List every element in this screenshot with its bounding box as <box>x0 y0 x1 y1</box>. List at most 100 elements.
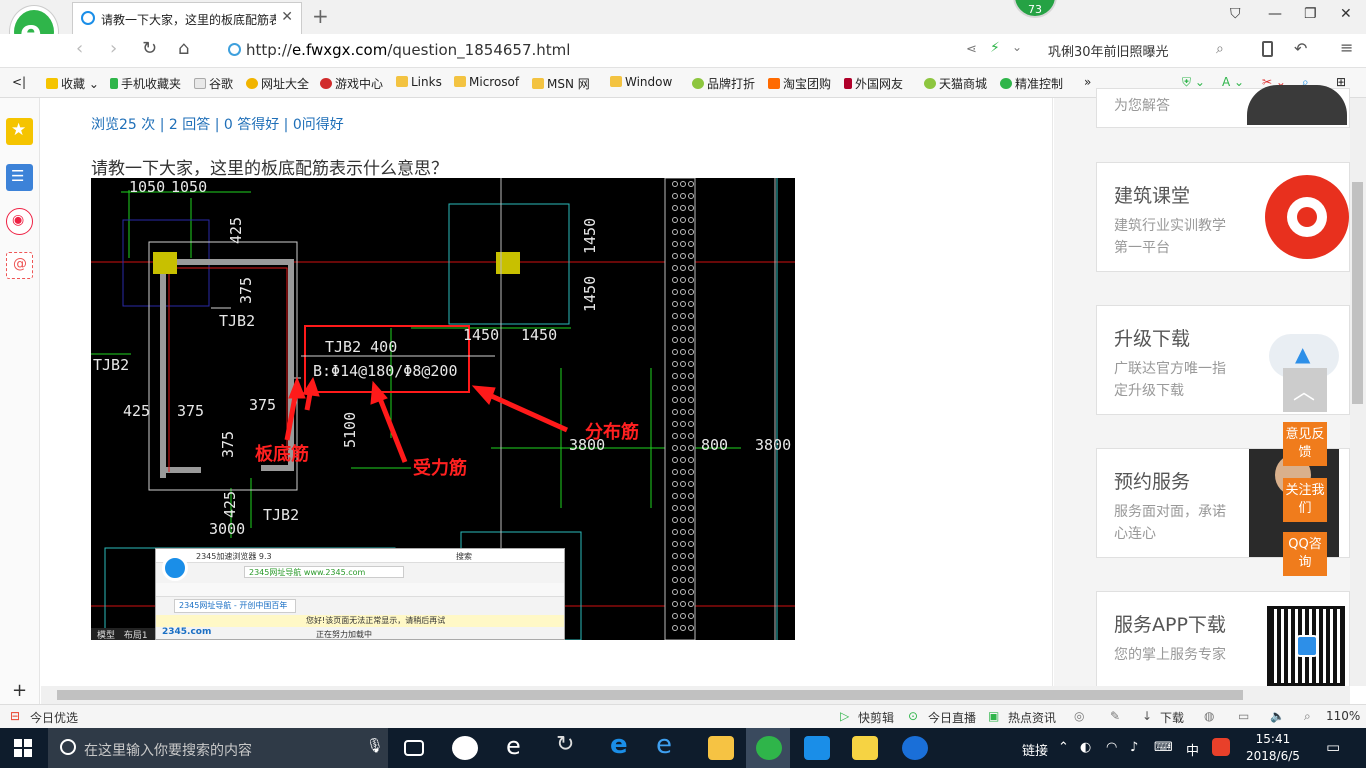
file-explorer-icon[interactable] <box>708 736 734 760</box>
menu-icon[interactable]: ≡ <box>1340 38 1353 57</box>
taskbar-search-input[interactable]: 在这里输入你要搜索的内容 <box>48 728 388 768</box>
bookmark-nav[interactable]: 网址大全 <box>246 75 309 92</box>
status-item[interactable]: 今日直播 <box>928 709 976 726</box>
bookmark-links[interactable]: Links <box>396 75 442 89</box>
url-field[interactable]: http://e.fwxgx.com/question_1854657.html <box>246 41 570 59</box>
browser-tab[interactable]: 请教一下大家，这里的板底配筋表 ✕ <box>72 2 302 34</box>
bookmark-windows[interactable]: Window <box>610 75 672 89</box>
more-bookmarks-icon[interactable]: » <box>1084 75 1091 89</box>
vertical-scrollbar[interactable] <box>1350 98 1366 686</box>
add-sidebar-icon[interactable]: + <box>12 680 27 701</box>
status-item[interactable]: 热点资讯 <box>1008 709 1056 726</box>
teamviewer-app-icon[interactable] <box>804 736 830 760</box>
spiral-app-icon[interactable]: ↻ <box>556 732 574 757</box>
sidebar-card-app[interactable]: 服务APP下载 您的掌上服务专家 <box>1096 591 1350 701</box>
g-app-icon[interactable] <box>902 736 928 760</box>
chevron-down-icon[interactable]: ⌄ <box>1012 40 1022 54</box>
phone-icon[interactable] <box>1262 41 1273 57</box>
edge-app-icon[interactable]: e <box>610 730 628 760</box>
sidebar-card-top[interactable]: 为您解答 <box>1096 85 1350 128</box>
url-prefix: http:// <box>246 41 292 59</box>
ime-indicator[interactable]: 中 <box>1186 740 1199 759</box>
bookmark-foreign[interactable]: 外国网友 <box>844 75 903 92</box>
lightning-icon[interactable]: ⚡ <box>990 40 1000 56</box>
qq-consult-button[interactable]: QQ咨询 <box>1283 532 1327 576</box>
window-icon[interactable]: ▭ <box>1238 709 1249 723</box>
minimize-icon[interactable]: — <box>1268 6 1282 22</box>
status-item[interactable]: 快剪辑 <box>858 709 894 726</box>
clock[interactable]: 15:41 2018/6/5 <box>1246 731 1300 765</box>
bookmark-taobao[interactable]: 淘宝团购 <box>768 75 831 92</box>
notes-app-icon[interactable] <box>852 736 878 760</box>
bookmark-msn[interactable]: MSN 网 <box>532 75 590 92</box>
shirt-icon[interactable]: ⛉ <box>1230 6 1241 22</box>
scroll-thumb[interactable] <box>1352 182 1363 404</box>
tray-link-label[interactable]: 链接 <box>1022 740 1048 759</box>
wifi-icon[interactable]: ◠ <box>1106 740 1117 755</box>
status-item[interactable]: 下载 <box>1160 709 1184 726</box>
reader-icon[interactable]: ☰ <box>6 164 33 191</box>
search-input[interactable]: 巩俐30年前旧照曝光 <box>1040 40 1236 62</box>
mail-icon[interactable]: @ <box>6 252 33 279</box>
follow-us-button[interactable]: 关注我们 <box>1283 478 1327 522</box>
close-window-icon[interactable]: ✕ <box>1340 6 1352 22</box>
cad-layout-tab-label: 布局1 <box>123 631 148 640</box>
translate-icon[interactable]: A ⌄ <box>1222 75 1244 89</box>
speed-icon[interactable]: ◎ <box>1074 709 1084 723</box>
feedback-button[interactable]: 意见反馈 <box>1283 422 1327 466</box>
mute-icon[interactable]: 🔈 <box>1270 709 1285 723</box>
bookmark-precise[interactable]: 精准控制 <box>1000 75 1063 92</box>
notification-icon[interactable]: ▭ <box>1326 738 1340 756</box>
globe-icon[interactable]: ◍ <box>1204 709 1214 723</box>
keyboard-icon[interactable]: ⌨ <box>1154 740 1173 755</box>
scroll-thumb[interactable] <box>57 690 1243 700</box>
ie-blue-app-icon[interactable]: e <box>656 730 672 760</box>
search-icon[interactable]: ⌕ <box>1216 41 1224 57</box>
cad-dim: 375 <box>177 402 204 420</box>
tray-app-icon[interactable]: ◐ <box>1080 740 1091 755</box>
pinwheel-app-icon[interactable] <box>452 736 478 760</box>
bookmark-microsoft[interactable]: Microsof <box>454 75 519 89</box>
close-tab-icon[interactable]: ✕ <box>281 9 293 25</box>
sidebar-card-course[interactable]: 建筑课堂 建筑行业实训教学第一平台 <box>1096 162 1350 272</box>
volume-icon[interactable]: ♪ <box>1130 740 1138 755</box>
ie-app-icon[interactable]: e <box>506 732 521 760</box>
sogou-icon[interactable] <box>1212 738 1230 756</box>
task-view-icon[interactable] <box>404 740 424 756</box>
apps-icon[interactable]: ⊞ <box>1336 75 1346 89</box>
cortana-icon <box>60 739 76 755</box>
cad-dim: 425 <box>123 402 150 420</box>
horizontal-scrollbar[interactable] <box>41 686 1350 704</box>
cad-model-tab: 模型 布局1 <box>91 628 155 640</box>
weibo-icon[interactable]: ◉ <box>6 208 33 235</box>
zoom-level[interactable]: 110% <box>1326 709 1360 723</box>
microphone-icon[interactable]: 🎙 <box>366 738 384 754</box>
sidebar-toggle-icon[interactable]: <| <box>12 75 26 89</box>
favorites-star-icon[interactable]: ★ <box>6 118 33 145</box>
bookmark-mobile[interactable]: 手机收藏夹 <box>110 75 181 92</box>
refresh-icon[interactable]: ↻ <box>142 38 157 59</box>
bookmark-label: 收藏 <box>61 77 86 91</box>
question-stats[interactable]: 浏览25 次 | 2 回答 | 0 答得好 | 0问得好 <box>91 114 344 134</box>
bookmark-brand[interactable]: 品牌打折 <box>692 75 755 92</box>
cad-label: TJB2 <box>263 506 299 524</box>
tray-up-icon[interactable]: ⌃ <box>1058 740 1069 755</box>
bookmark-games[interactable]: 游戏中心 <box>320 75 383 92</box>
home-icon[interactable]: ⌂ <box>178 38 189 59</box>
back-icon[interactable]: ‹ <box>76 38 83 59</box>
notification-badge[interactable]: 73 <box>1013 0 1057 18</box>
back-to-top-button[interactable]: ︿ <box>1283 368 1327 412</box>
bookmark-favorites[interactable]: 收藏 ⌄ <box>46 75 99 92</box>
qr-code-image <box>1267 606 1345 686</box>
pin-icon[interactable]: ✎ <box>1110 709 1120 723</box>
undo-icon[interactable]: ↶ <box>1294 39 1307 58</box>
today-picks[interactable]: 今日优选 <box>30 709 78 726</box>
bookmark-google[interactable]: 谷歌 <box>194 75 233 92</box>
restore-icon[interactable]: ❐ <box>1304 6 1317 22</box>
forward-icon[interactable]: › <box>110 38 117 59</box>
share-icon[interactable]: ⋖ <box>966 42 977 57</box>
windows-start-icon[interactable] <box>14 739 32 757</box>
bookmark-tmall[interactable]: 天猫商城 <box>924 75 987 92</box>
browser-app-icon[interactable] <box>756 736 782 760</box>
new-tab-button[interactable]: + <box>312 4 329 28</box>
